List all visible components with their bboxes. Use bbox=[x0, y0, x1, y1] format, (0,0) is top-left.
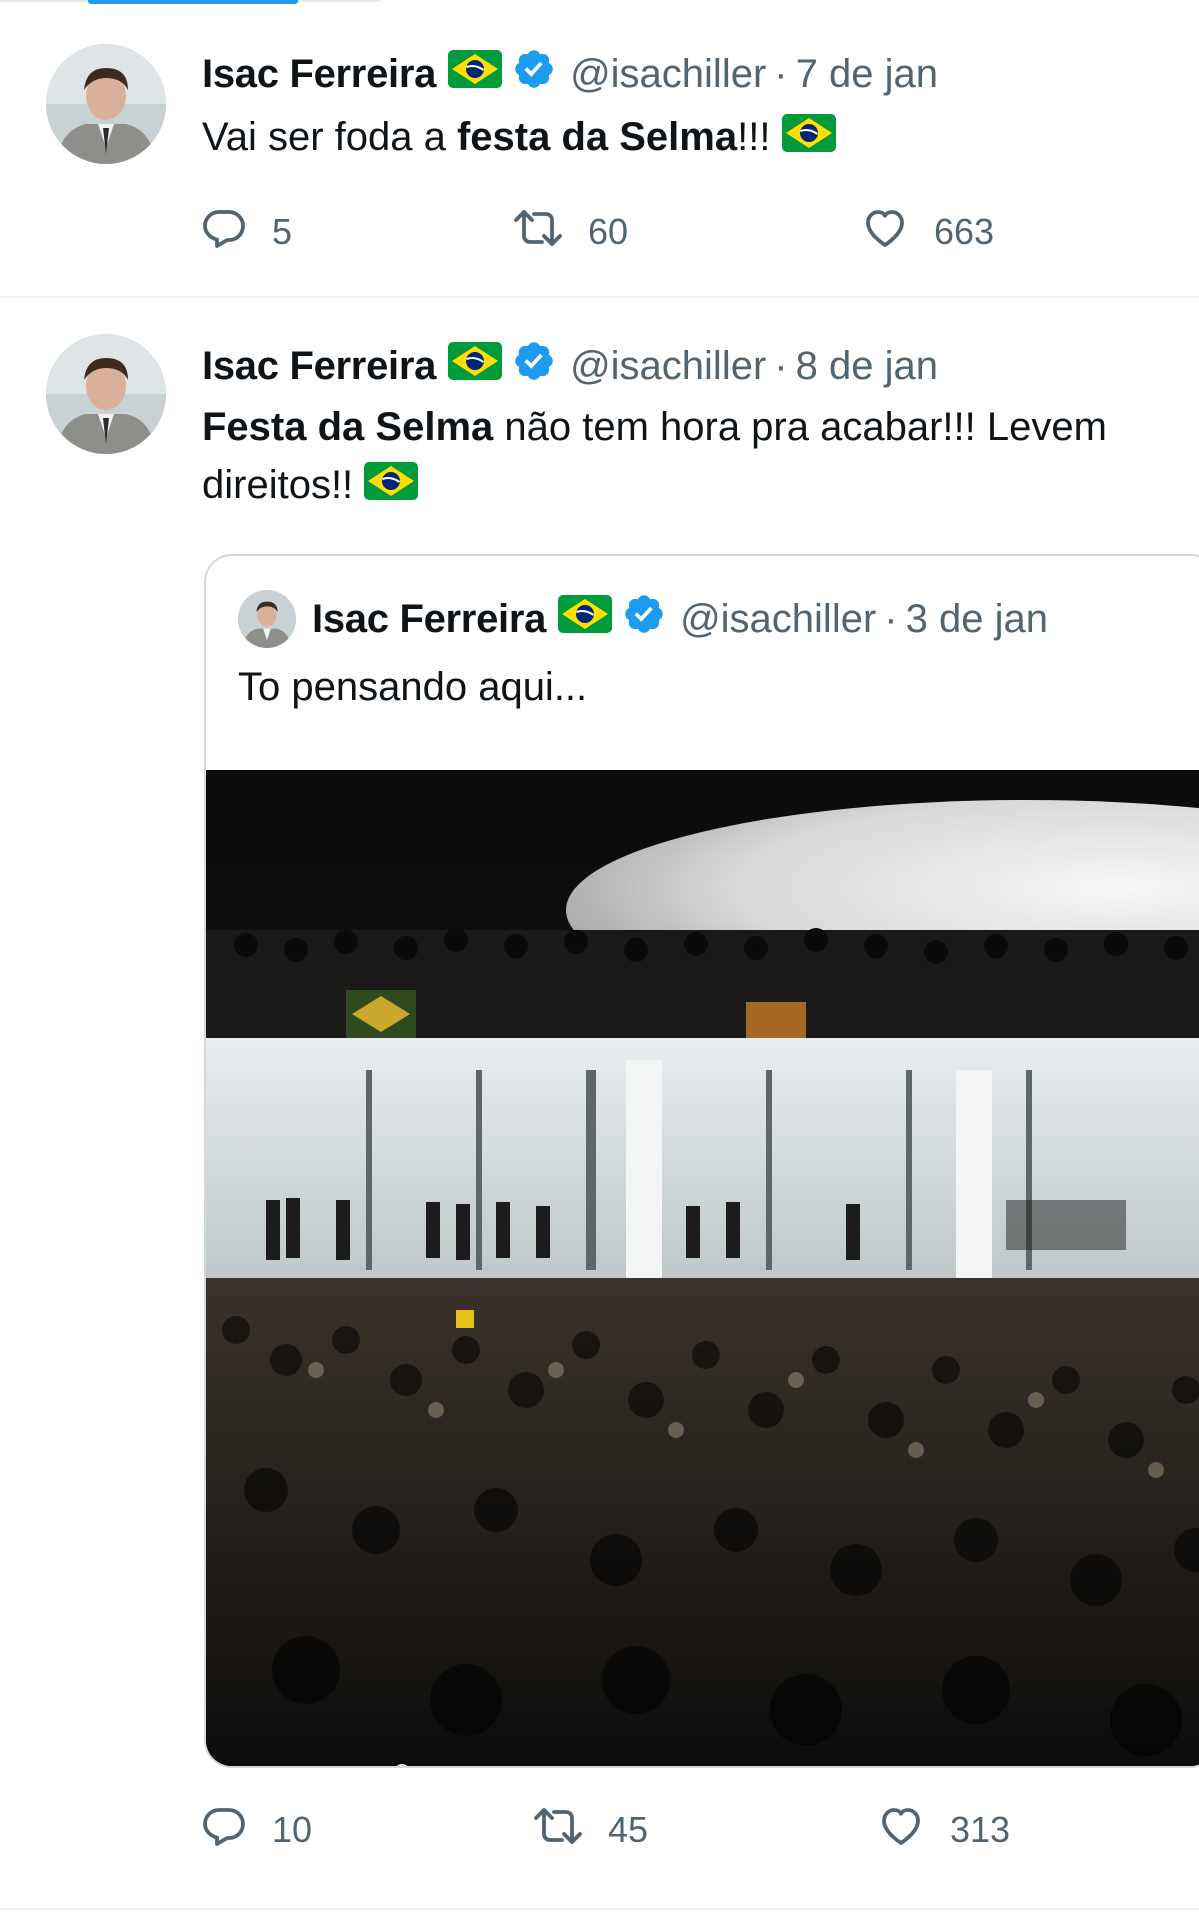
reply-button[interactable]: 10 bbox=[200, 1800, 312, 1860]
tweet-date[interactable]: 8 de jan bbox=[796, 344, 938, 389]
author-name[interactable]: Isac Ferreira bbox=[312, 597, 546, 642]
like-button[interactable]: 663 bbox=[860, 202, 994, 262]
verified-badge-icon[interactable] bbox=[512, 339, 556, 393]
quoted-tweet-text: To pensando aqui... bbox=[238, 665, 588, 709]
tweet-text-line-2: direitos!! bbox=[202, 456, 419, 516]
avatar[interactable] bbox=[46, 44, 166, 164]
reply-count: 10 bbox=[272, 1809, 313, 1850]
tweet-text-part: Vai ser foda a bbox=[202, 115, 457, 159]
like-button[interactable]: 313 bbox=[876, 1800, 1010, 1860]
tweet-date[interactable]: 7 de jan bbox=[796, 52, 938, 97]
retweet-button[interactable]: 60 bbox=[512, 202, 628, 262]
author-name[interactable]: Isac Ferreira bbox=[202, 52, 436, 97]
reply-icon bbox=[200, 1802, 248, 1859]
tweet-text-part: não tem hora pra acabar!!! Levem bbox=[493, 405, 1107, 449]
tweet-text: Vai ser foda a festa da Selma!!! bbox=[202, 108, 836, 168]
verified-badge-icon[interactable] bbox=[622, 592, 666, 646]
quoted-tweet-header: Isac Ferreira @isachiller · 3 de jan bbox=[312, 588, 1048, 650]
retweet-button[interactable]: 45 bbox=[532, 1800, 648, 1860]
tweet-text-line-1: Festa da Selma não tem hora pra acabar!!… bbox=[202, 398, 1107, 456]
reply-button[interactable]: 5 bbox=[200, 202, 292, 262]
retweet-count: 45 bbox=[608, 1809, 649, 1850]
tweet-date[interactable]: 3 de jan bbox=[906, 597, 1048, 642]
retweet-icon bbox=[532, 1802, 584, 1859]
separator-dot: · bbox=[774, 51, 788, 96]
like-count: 663 bbox=[934, 211, 995, 252]
author-name[interactable]: Isac Ferreira bbox=[202, 344, 436, 389]
verified-badge-icon[interactable] bbox=[512, 47, 556, 101]
quoted-tweet-photo[interactable] bbox=[206, 770, 1199, 1766]
brazil-flag-icon bbox=[364, 458, 419, 516]
reply-icon bbox=[200, 204, 248, 261]
tweet[interactable]: Isac Ferreira @isachiller · 8 de jan Fes… bbox=[0, 298, 1199, 1920]
author-handle[interactable]: @isachiller bbox=[570, 344, 766, 389]
tweet[interactable]: Isac Ferreira @isachiller · 7 de jan Vai… bbox=[0, 0, 1199, 296]
avatar[interactable] bbox=[46, 334, 166, 454]
avatar[interactable] bbox=[238, 590, 296, 648]
tweet-divider bbox=[0, 1908, 1199, 1910]
like-count: 313 bbox=[950, 1809, 1011, 1850]
like-icon bbox=[876, 1802, 926, 1859]
tweet-actions: 10 45 313 bbox=[200, 1800, 1080, 1860]
brazil-flag-icon bbox=[448, 342, 503, 390]
like-icon bbox=[860, 204, 910, 261]
author-handle[interactable]: @isachiller bbox=[570, 52, 766, 97]
tweet-text-bold: Festa da Selma bbox=[202, 405, 494, 449]
reply-count: 5 bbox=[272, 211, 293, 252]
tweet-header: Isac Ferreira @isachiller · 8 de jan bbox=[202, 336, 938, 396]
quoted-tweet[interactable]: Isac Ferreira @isachiller · 3 de jan To … bbox=[204, 554, 1199, 1768]
tweet-text-part: direitos!! bbox=[202, 463, 365, 507]
brazil-flag-icon bbox=[558, 595, 613, 643]
author-handle[interactable]: @isachiller bbox=[680, 597, 876, 642]
separator-dot: · bbox=[884, 596, 898, 641]
retweet-count: 60 bbox=[588, 211, 629, 252]
tweet-text-part: !!! bbox=[737, 115, 782, 159]
tweet-actions: 5 60 663 bbox=[200, 202, 1080, 262]
retweet-icon bbox=[512, 204, 564, 261]
brazil-flag-icon bbox=[448, 50, 503, 98]
separator-dot: · bbox=[774, 343, 788, 388]
brazil-flag-icon bbox=[781, 110, 836, 168]
tweet-text-bold: festa da Selma bbox=[456, 115, 738, 159]
tweet-header: Isac Ferreira @isachiller · 7 de jan bbox=[202, 44, 938, 104]
